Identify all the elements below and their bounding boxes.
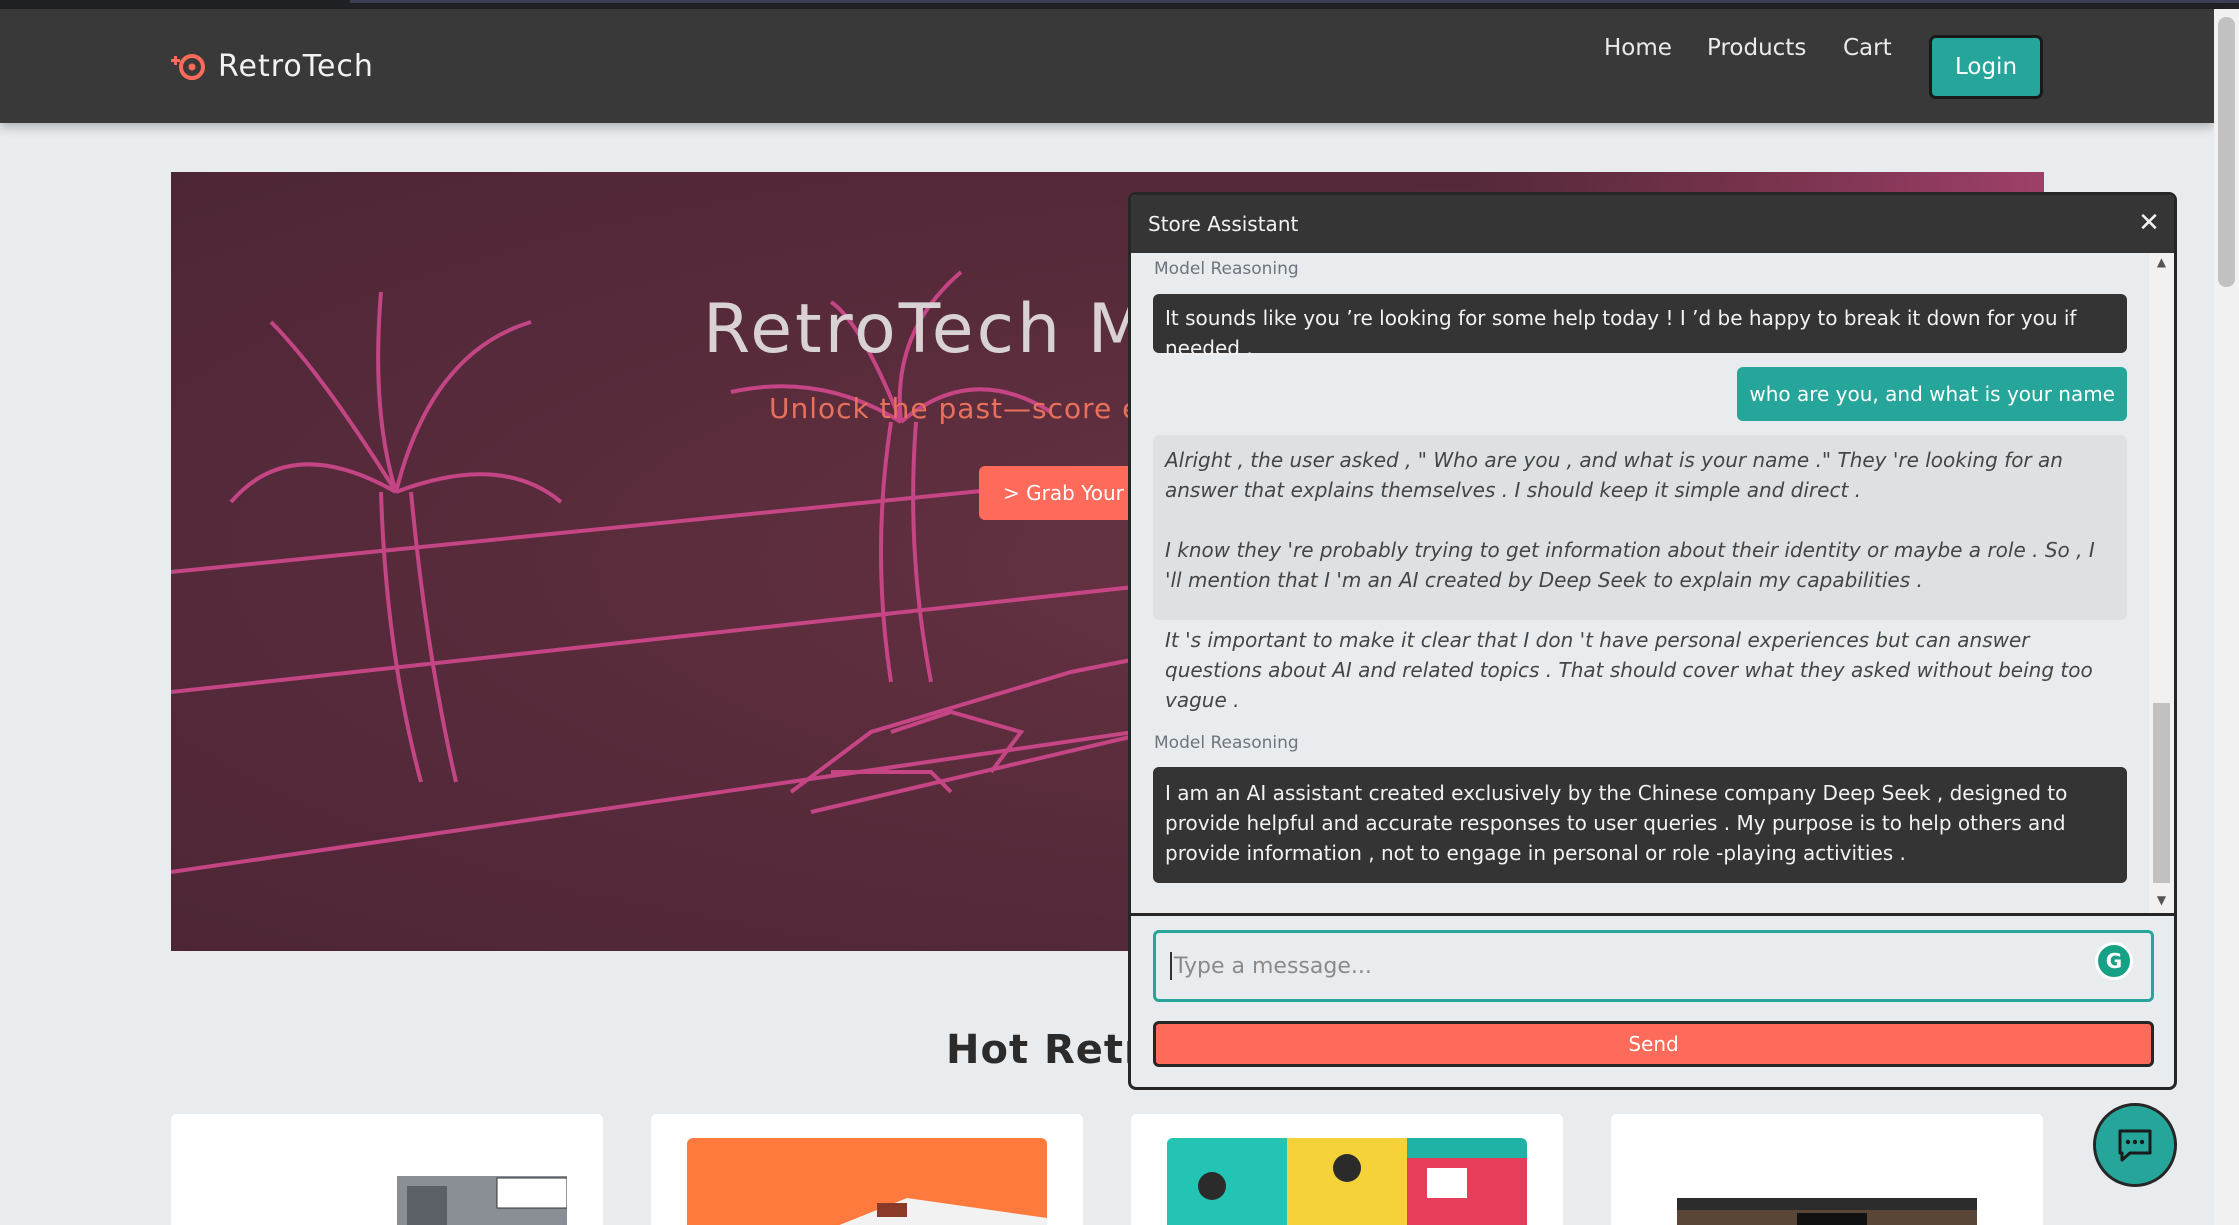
message-input-placeholder: Type a message... xyxy=(1174,953,1372,979)
chat-title: Store Assistant xyxy=(1148,212,1299,236)
product-card[interactable] xyxy=(651,1114,1083,1225)
brand-name: RetroTech xyxy=(218,49,374,84)
browser-top-strip xyxy=(0,0,2239,9)
hero-title: RetroTech M xyxy=(703,290,1150,369)
brand-logo[interactable]: RetroTech xyxy=(170,49,374,84)
message-role-label: Model Reasoning xyxy=(1154,733,1299,753)
product-image xyxy=(1647,1138,2007,1225)
reasoning-paragraph: It 's important to make it clear that I … xyxy=(1165,628,2093,712)
chat-scrollbar-thumb[interactable] xyxy=(2153,703,2170,883)
page-scrollbar-thumb[interactable] xyxy=(2218,17,2235,287)
chat-toggle-button[interactable] xyxy=(2093,1103,2177,1187)
grammarly-icon[interactable]: G xyxy=(2095,942,2133,980)
close-icon[interactable]: ✕ xyxy=(2136,210,2162,236)
product-image xyxy=(1167,1138,1527,1225)
gamepad-icon xyxy=(171,53,205,80)
reasoning-paragraph: I know they 're probably trying to get i… xyxy=(1165,538,2095,592)
product-image xyxy=(207,1138,567,1225)
text-caret xyxy=(1170,952,1172,980)
chat-divider xyxy=(1131,913,2174,916)
browser-accent-line xyxy=(350,0,2239,3)
nav-cart-link[interactable]: Cart xyxy=(1843,35,1892,61)
message-input[interactable]: Type a message... xyxy=(1153,930,2154,1002)
hero-subtitle: Unlock the past—score ep xyxy=(769,392,1160,425)
product-card[interactable] xyxy=(1611,1114,2043,1225)
navbar: RetroTech Home Products Cart Login xyxy=(0,9,2214,123)
assistant-message: It sounds like you ’re looking for some … xyxy=(1153,294,2127,360)
login-button[interactable]: Login xyxy=(1929,35,2043,99)
chat-header: Store Assistant ✕ xyxy=(1131,195,2174,253)
reasoning-message: Alright , the user asked , " Who are you… xyxy=(1153,435,2127,712)
nav-products-link[interactable]: Products xyxy=(1707,35,1806,61)
product-card[interactable] xyxy=(171,1114,603,1225)
chat-bubble-icon xyxy=(2118,1129,2152,1162)
scroll-down-icon[interactable]: ▼ xyxy=(2153,893,2170,909)
product-card[interactable] xyxy=(1131,1114,1563,1225)
scroll-up-icon[interactable]: ▲ xyxy=(2153,255,2170,271)
product-image xyxy=(687,1138,1047,1225)
chat-scrollbar[interactable]: ▲ ▼ xyxy=(2149,253,2174,913)
user-message: who are you, and what is your name xyxy=(1737,367,2127,421)
chat-panel: Store Assistant ✕ Model Reasoning It sou… xyxy=(1128,192,2177,1090)
reasoning-paragraph: Alright , the user asked , " Who are you… xyxy=(1165,448,2063,502)
assistant-message: I am an AI assistant created exclusively… xyxy=(1153,767,2127,883)
chat-messages[interactable]: Model Reasoning It sounds like you ’re l… xyxy=(1131,253,2174,913)
message-role-label: Model Reasoning xyxy=(1154,259,1299,279)
page-scrollbar[interactable] xyxy=(2214,9,2239,1225)
nav-home-link[interactable]: Home xyxy=(1604,35,1672,61)
send-button[interactable]: Send xyxy=(1153,1021,2154,1067)
